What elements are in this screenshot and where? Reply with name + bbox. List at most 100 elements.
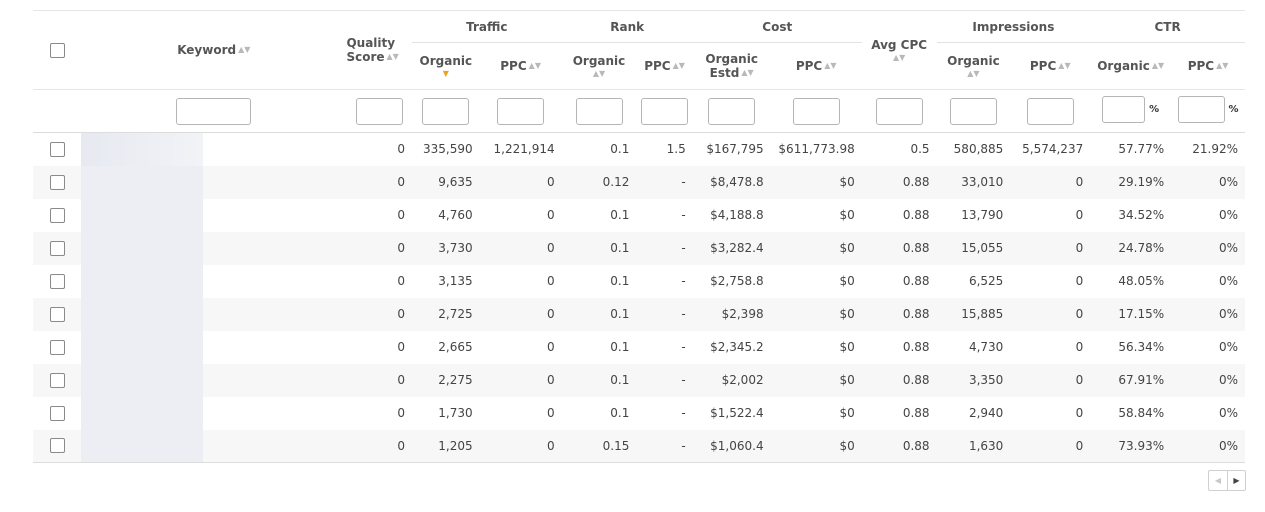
- table-row: 0 3,730 0 0.1- $3,282.4 $0 0.88 15,055 0 24.78% 0%: [33, 231, 1245, 265]
- row-checkbox[interactable]: [49, 174, 65, 190]
- cell-ctr-ppc: 0%: [1218, 340, 1238, 354]
- filter-input-avg-cpc[interactable]: [875, 97, 923, 125]
- column-header-quality-score[interactable]: Quality Score ▲▼: [346, 11, 412, 90]
- cell-traffic-ppc: 0: [546, 340, 555, 354]
- sort-arrows-icon: ▲▼: [967, 68, 980, 78]
- row-checkbox[interactable]: [49, 405, 65, 421]
- table-row: 0 2,665 0 0.1 - $2,345.2 $0 0.88 4,730 0 56.34% 0%: [33, 330, 1245, 364]
- row-select-cell: [33, 133, 81, 166]
- filter-input-cost-ppc[interactable]: [792, 97, 840, 125]
- filter-input-ctr-organic[interactable]: [1102, 96, 1146, 123]
- prev-page-button[interactable]: ◀: [1208, 470, 1227, 491]
- group-header-impressions: Impressions: [936, 10, 1091, 43]
- cell-traffic-ppc: 0: [479, 165, 562, 199]
- cell-keyword: [81, 198, 346, 232]
- sort-arrows-icon: ▲▼: [592, 68, 606, 78]
- filter-cell-impressions-ppc: [1010, 89, 1091, 133]
- column-header-cost-ppc[interactable]: PPC ▲▼: [771, 43, 862, 90]
- column-header-avg-cpc[interactable]: Avg CPC ▲▼: [862, 11, 937, 90]
- column-header-impressions-organic[interactable]: Organic ▲▼: [937, 43, 1011, 90]
- cell-rank-ppc: -: [636, 231, 693, 265]
- row-checkbox[interactable]: [49, 273, 65, 289]
- cell-traffic-ppc: 0: [546, 274, 555, 288]
- cell-ctr-organic: 29.19%: [1090, 165, 1172, 199]
- table-row: 0 4,760 0 0.1 - $4,188.8 $0 0.88 13,790 0 34.52% 0%: [33, 198, 1245, 232]
- sort-arrows-icon: ▲▼: [238, 45, 251, 55]
- column-header-traffic-organic[interactable]: Organic ▼: [412, 43, 480, 90]
- filter-cell-ctr-ppc: %: [1171, 89, 1245, 133]
- redacted-keyword: [81, 396, 204, 430]
- cell-impressions-ppc: 0: [1075, 208, 1084, 222]
- cell-cost-organic: $8,478.8: [692, 165, 771, 199]
- cell-ctr-ppc: 0%: [1171, 363, 1245, 397]
- row-checkbox[interactable]: [49, 141, 65, 157]
- cell-impressions-ppc: 0: [1010, 363, 1091, 397]
- cell-traffic-organic: 3,135: [438, 274, 473, 288]
- cell-cost-ppc: $611,773.98: [778, 142, 855, 157]
- filter-input-rank-ppc[interactable]: [641, 97, 689, 125]
- column-header-ctr-ppc[interactable]: PPC ▲▼: [1171, 43, 1245, 90]
- cell-cost-organic: $2,398: [692, 297, 771, 331]
- cell-ctr-organic: 67.91%: [1090, 363, 1172, 397]
- row-checkbox[interactable]: [49, 306, 65, 322]
- cell-quality-score: 0: [397, 142, 406, 157]
- cell-quality-score: 0: [346, 363, 413, 397]
- row-checkbox[interactable]: [49, 240, 65, 256]
- cell-cost-ppc: $0: [770, 429, 862, 463]
- column-header-impressions-ppc[interactable]: PPC ▲▼: [1010, 43, 1090, 90]
- filter-input-cost-organic[interactable]: [708, 97, 756, 125]
- column-header-rank-organic[interactable]: Organic ▲▼: [562, 43, 637, 90]
- cell-rank-organic: 0.15: [561, 429, 637, 463]
- cell-rank-ppc: -: [636, 165, 693, 199]
- filter-input-impressions-ppc[interactable]: [1026, 97, 1074, 125]
- cell-rank-organic: 0.1: [610, 142, 630, 157]
- sort-arrows-icon: ▲▼: [1216, 61, 1229, 71]
- cell-keyword: [81, 429, 347, 463]
- filter-input-quality-score[interactable]: [355, 97, 403, 125]
- cell-traffic-ppc: 0: [479, 297, 562, 331]
- cell-quality-score: 0: [397, 406, 406, 420]
- row-checkbox[interactable]: [49, 438, 65, 454]
- cell-quality-score: 0: [346, 231, 413, 265]
- select-all-checkbox[interactable]: [49, 42, 65, 58]
- cell-ctr-organic: 58.84%: [1118, 406, 1165, 420]
- cell-traffic-organic: 9,635: [412, 165, 480, 199]
- row-select-cell: [33, 265, 81, 298]
- cell-impressions-ppc: 5,574,237: [1022, 142, 1084, 157]
- filter-cell-cost-organic: [692, 89, 771, 133]
- filter-input-keyword[interactable]: [176, 97, 252, 125]
- cell-ctr-ppc: 0%: [1218, 208, 1238, 222]
- row-checkbox[interactable]: [49, 372, 65, 388]
- cell-traffic-organic: 1,730: [438, 406, 473, 420]
- column-header-keyword[interactable]: Keyword ▲▼: [81, 11, 346, 90]
- next-page-button[interactable]: ▶: [1227, 470, 1246, 491]
- cell-ctr-organic: 34.52%: [1118, 208, 1165, 222]
- avg-cpc-header-label: Avg CPC: [871, 37, 928, 52]
- row-checkbox[interactable]: [49, 207, 65, 223]
- cell-rank-ppc: -: [636, 363, 693, 397]
- column-header-cost-organic-estd[interactable]: Organic Estd ▲▼: [693, 43, 771, 90]
- cell-rank-ppc: -: [636, 297, 693, 331]
- filter-input-traffic-ppc[interactable]: [497, 97, 545, 125]
- row-select-cell: [33, 199, 81, 232]
- row-checkbox[interactable]: [49, 339, 65, 355]
- cell-avg-cpc: 0.88: [902, 406, 930, 420]
- column-header-traffic-ppc[interactable]: PPC ▲▼: [480, 43, 562, 90]
- keywords-table-container: Keyword ▲▼ Quality Score ▲▼ Traffic Rank Co…: [33, 10, 1245, 463]
- column-header-rank-ppc[interactable]: PPC ▲▼: [636, 43, 692, 90]
- column-header-ctr-organic[interactable]: Organic ▲▼: [1090, 43, 1171, 90]
- cell-rank-organic: 0.1: [561, 363, 637, 397]
- filter-input-rank-organic[interactable]: [575, 97, 623, 125]
- traffic-ppc-label: PPC: [500, 58, 527, 73]
- filter-cell-impressions-organic: [936, 89, 1011, 133]
- cell-quality-score: 0: [397, 208, 406, 222]
- cell-rank-ppc: -: [681, 274, 686, 288]
- cell-cost-ppc: $0: [839, 406, 855, 420]
- filter-input-traffic-organic[interactable]: [422, 97, 470, 125]
- sort-arrows-icon: ▲▼: [824, 61, 837, 71]
- filter-input-ctr-ppc[interactable]: [1177, 96, 1225, 123]
- filter-input-impressions-organic[interactable]: [949, 97, 997, 125]
- cell-rank-organic: 0.1: [610, 406, 630, 420]
- cell-cost-organic: $4,188.8: [710, 208, 764, 222]
- cell-rank-organic: 0.12: [561, 165, 637, 199]
